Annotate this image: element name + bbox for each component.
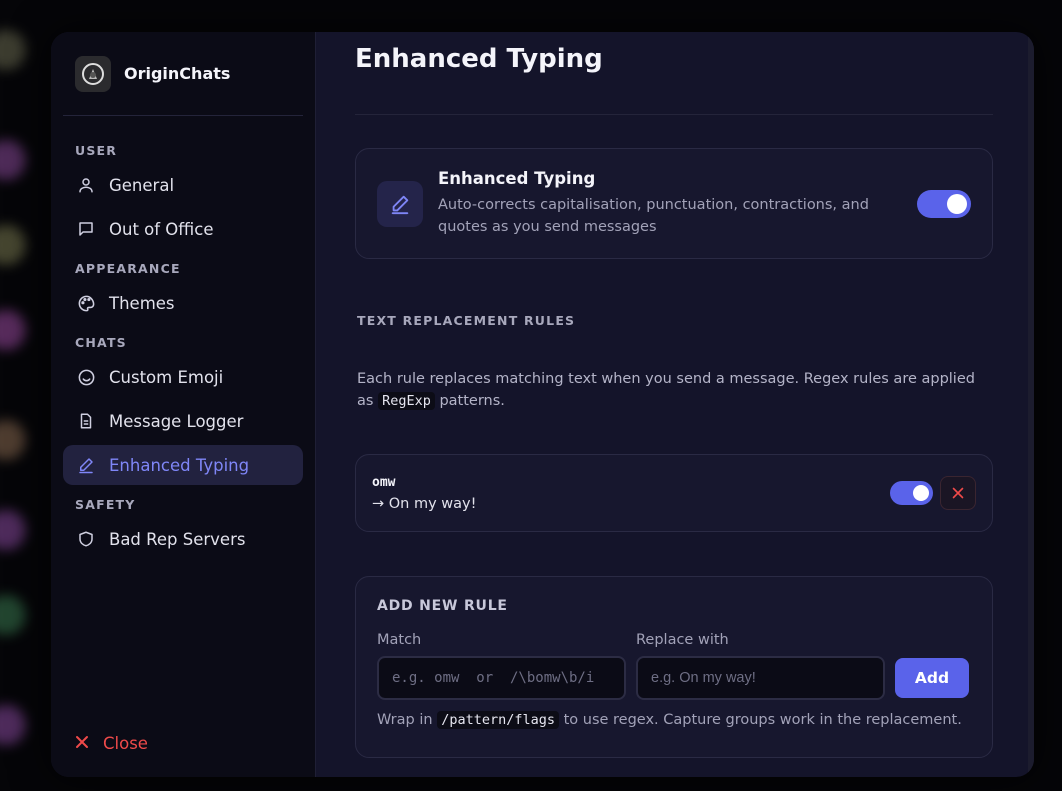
regexp-code: RegExp [378, 392, 435, 410]
settings-content: Enhanced Typing Enhanced Typing Auto-cor… [316, 32, 1034, 777]
sidebar-item-enhanced-typing[interactable]: Enhanced Typing [63, 445, 303, 485]
sidebar-item-label: Message Logger [109, 411, 244, 431]
scrollbar[interactable] [1028, 32, 1034, 777]
rule-match: omw [372, 474, 396, 490]
toggle-knob [947, 193, 967, 214]
rules-description: Each rule replaces matching text when yo… [355, 368, 993, 412]
page-title: Enhanced Typing [355, 44, 603, 74]
rules-section-label: TEXT REPLACEMENT RULES [357, 313, 576, 328]
replace-input[interactable] [636, 656, 885, 700]
hint-text: Wrap in [377, 712, 438, 728]
sidebar-item-label: General [109, 175, 175, 195]
feature-card: Enhanced Typing Auto-corrects capitalisa… [355, 148, 993, 259]
sidebar-item-custom-emoji[interactable]: Custom Emoji [63, 357, 303, 397]
hint-text-end: to use regex. Capture groups work in the… [558, 712, 962, 728]
document-icon [75, 410, 97, 432]
sidebar-item-bad-rep-servers[interactable]: Bad Rep Servers [63, 519, 303, 559]
delete-rule-button[interactable] [940, 476, 976, 510]
palette-icon [75, 292, 97, 314]
feature-description: Auto-corrects capitalisation, punctuatio… [438, 197, 869, 235]
settings-sidebar: OriginChats USER General Out of Office A… [51, 32, 316, 777]
shield-icon [75, 528, 97, 550]
section-label-user: USER [75, 143, 118, 158]
sidebar-item-label: Themes [109, 293, 175, 313]
close-label: Close [103, 734, 148, 753]
user-icon [75, 174, 97, 196]
smiley-icon [75, 366, 97, 388]
settings-modal: OriginChats USER General Out of Office A… [51, 32, 1034, 777]
message-icon [75, 218, 97, 240]
add-rule-button[interactable]: Add [895, 658, 969, 698]
pattern-code: /pattern/flags [437, 711, 559, 729]
sidebar-item-label: Enhanced Typing [109, 455, 250, 475]
pen-icon [75, 454, 97, 476]
match-label: Match [377, 632, 422, 648]
brand-logo [75, 55, 111, 92]
pen-icon [377, 180, 423, 227]
close-button[interactable]: Close [75, 734, 148, 753]
brand-header: OriginChats [63, 32, 303, 116]
add-rule-card: ADD NEW RULE Match Replace with Add Wrap… [355, 576, 993, 758]
rule-toggle[interactable] [890, 481, 933, 505]
match-input[interactable] [377, 656, 626, 700]
sidebar-item-label: Out of Office [109, 219, 214, 239]
close-icon [75, 734, 89, 753]
sidebar-item-general[interactable]: General [63, 165, 303, 205]
rules-desc-text-end: patterns. [434, 393, 505, 409]
feature-title: Enhanced Typing [438, 169, 596, 188]
rule-row: omw → On my way! [355, 454, 993, 532]
regex-hint: Wrap in /pattern/flags to use regex. Cap… [377, 711, 971, 729]
brand-name: OriginChats [124, 64, 231, 83]
section-label-safety: SAFETY [75, 497, 136, 512]
sidebar-item-label: Bad Rep Servers [109, 529, 246, 549]
sidebar-item-message-logger[interactable]: Message Logger [63, 401, 303, 441]
replace-label: Replace with [636, 632, 729, 648]
section-label-appearance: APPEARANCE [75, 261, 181, 276]
close-icon [952, 484, 964, 503]
sidebar-item-label: Custom Emoji [109, 367, 224, 387]
sidebar-item-out-of-office[interactable]: Out of Office [63, 209, 303, 249]
divider [355, 114, 993, 115]
section-label-chats: CHATS [75, 335, 127, 350]
rule-replace: → On my way! [372, 495, 477, 512]
enhanced-typing-toggle[interactable] [917, 189, 971, 218]
toggle-knob [913, 485, 929, 501]
sidebar-item-themes[interactable]: Themes [63, 283, 303, 323]
add-rule-title: ADD NEW RULE [377, 598, 508, 614]
